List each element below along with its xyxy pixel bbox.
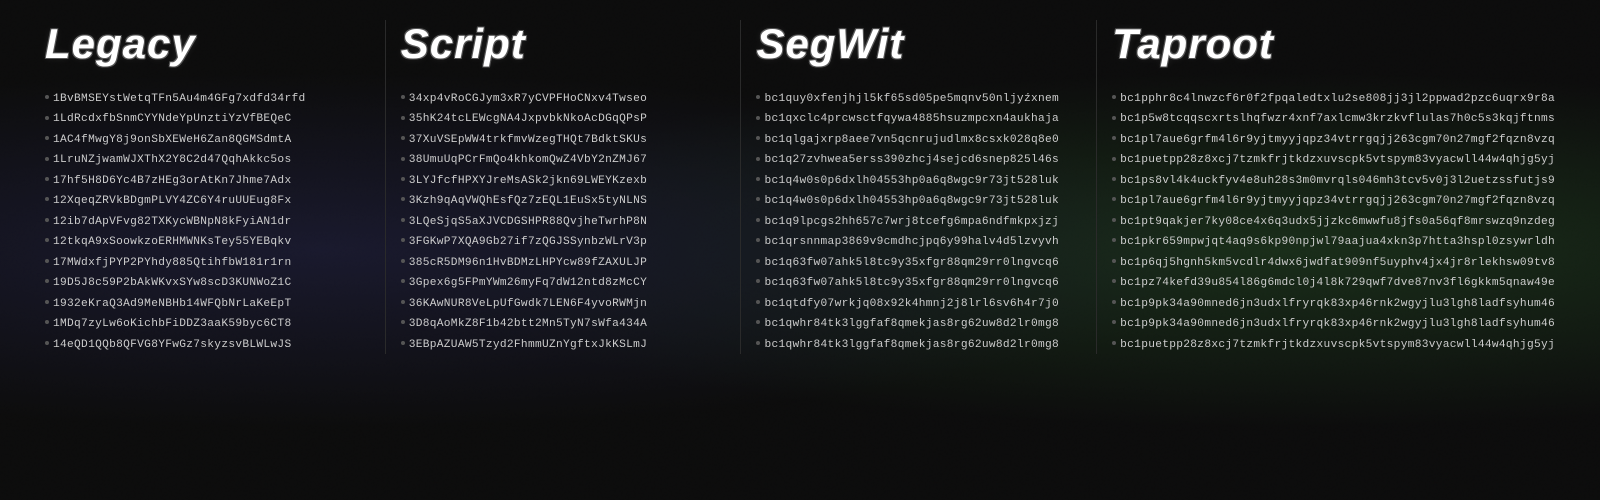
column-title-taproot: Taproot [1112, 20, 1555, 68]
column-legacy: Legacy 1BvBMSEYstWetqTFn5Au4m4GFg7xdfd34r… [30, 20, 386, 354]
address-item[interactable]: bc1p9pk34a90mned6jn3udxlfryrqk83xp46rnk2… [1112, 315, 1555, 333]
column-segwit: SegWit bc1quy0xfenjhjl5kf65sd05pe5mqnv50n… [741, 20, 1097, 354]
address-item[interactable]: 17MWdxfjPYP2PYhdy885QtihfbW181r1rn [45, 254, 370, 272]
address-item[interactable]: bc1q63fw07ahk5l8tc9y35xfgr88qm29rr0lngvc… [756, 254, 1081, 272]
address-item[interactable]: bc1qrsnnmap3869v9cmdhcjpq6y99halv4d5lzvy… [756, 233, 1081, 251]
column-title-legacy: Legacy [45, 20, 370, 68]
address-item[interactable]: bc1puetpp28z8xcj7tzmkfrjtkdzxuvscpk5vtsp… [1112, 151, 1555, 169]
address-item[interactable]: bc1q4w0s0p6dxlh04553hp0a6q8wgc9r73jt528l… [756, 192, 1081, 210]
address-item[interactable]: 17hf5H8D6Yc4B7zHEg3orAtKn7Jhme7Adx [45, 172, 370, 190]
address-item[interactable]: bc1p5w8tcqqscxrtslhqfwzr4xnf7axlcmw3krzk… [1112, 110, 1555, 128]
address-item[interactable]: bc1q63fw07ahk5l8tc9y35xfgr88qm29rr0lngvc… [756, 274, 1081, 292]
address-item[interactable]: bc1p6qj5hgnh5km5vcdlr4dwx6jwdfat909nf5uy… [1112, 254, 1555, 272]
address-item[interactable]: bc1qwhr84tk3lggfaf8qmekjas8rg62uw8d2lr0m… [756, 336, 1081, 354]
address-item[interactable]: bc1puetpp28z8xcj7tzmkfrjtkdzxuvscpk5vtsp… [1112, 336, 1555, 354]
address-item[interactable]: bc1q4w0s0p6dxlh04553hp0a6q8wgc9r73jt528l… [756, 172, 1081, 190]
column-taproot: Taproot bc1pphr8c4lnwzcf6r0f2fpqaledtxlu2… [1097, 20, 1570, 354]
address-item[interactable]: 34xp4vRoCGJym3xR7yCVPFHoCNxv4Twseo [401, 90, 726, 108]
address-item[interactable]: bc1pkr659mpwjqt4aq9s6kp90npjwl79aajua4xk… [1112, 233, 1555, 251]
address-item[interactable]: 3Kzh9qAqVWQhEsfQz7zEQL1EuSx5tyNLNS [401, 192, 726, 210]
address-list-segwit: bc1quy0xfenjhjl5kf65sd05pe5mqnv50nljyźxn… [756, 90, 1081, 354]
address-item[interactable]: bc1quy0xfenjhjl5kf65sd05pe5mqnv50nljyźxn… [756, 90, 1081, 108]
address-list-script: 34xp4vRoCGJym3xR7yCVPFHoCNxv4Twseo 35hK24… [401, 90, 726, 354]
address-item[interactable]: bc1ps8vl4k4uckfyv4e8uh28s3m0mvrqls046mh3… [1112, 172, 1555, 190]
column-title-script: Script [401, 20, 726, 68]
address-item[interactable]: 3LYJfcfHPXYJreMsASk2jkn69LWEYKzexb [401, 172, 726, 190]
address-item[interactable]: 19D5J8c59P2bAkWKvxSYw8scD3KUNWoZ1C [45, 274, 370, 292]
column-script: Script 34xp4vRoCGJym3xR7yCVPFHoCNxv4Twseo… [386, 20, 742, 354]
address-item[interactable]: bc1p9pk34a90mned6jn3udxlfryrqk83xp46rnk2… [1112, 295, 1555, 313]
address-item[interactable]: bc1pz74kefd39u854l86g6mdcl0j4l8k729qwf7d… [1112, 274, 1555, 292]
address-item[interactable]: 3EBpAZUAW5Tzyd2FhmmUZnYgftxJkKSLmJ [401, 336, 726, 354]
address-item[interactable]: bc1pl7aue6grfm4l6r9yjtmyyjqpz34vtrrgqjj2… [1112, 192, 1555, 210]
address-item[interactable]: bc1qlgajxrp8aee7vn5qcnrujudlmx8csxk028q8… [756, 131, 1081, 149]
address-item[interactable]: bc1pphr8c4lnwzcf6r0f2fpqaledtxlu2se808jj… [1112, 90, 1555, 108]
address-item[interactable]: 3Gpex6g5FPmYWm26myFq7dW12ntd8zMcCY [401, 274, 726, 292]
address-list-legacy: 1BvBMSEYstWetqTFn5Au4m4GFg7xdfd34rfd 1LdR… [45, 90, 370, 354]
address-item[interactable]: 12XqeqZRVkBDgmPLVY4ZC6Y4ruUUEug8Fx [45, 192, 370, 210]
address-item[interactable]: 12tkqA9xSoowkzoERHMWNKsTey55YEBqkv [45, 233, 370, 251]
address-item[interactable]: 3D8qAoMkZ8F1b42btt2Mn5TyN7sWfa434A [401, 315, 726, 333]
main-container: Legacy 1BvBMSEYstWetqTFn5Au4m4GFg7xdfd34r… [0, 0, 1600, 374]
address-item[interactable]: 1LruNZjwamWJXThX2Y8C2d47QqhAkkc5os [45, 151, 370, 169]
address-item[interactable]: bc1qwhr84tk3lggfaf8qmekjas8rg62uw8d2lr0m… [756, 315, 1081, 333]
address-item[interactable]: 37XuVSEpWW4trkfmvWzegTHQt7BdktSKUs [401, 131, 726, 149]
address-list-taproot: bc1pphr8c4lnwzcf6r0f2fpqaledtxlu2se808jj… [1112, 90, 1555, 354]
address-item[interactable]: 36KAwNUR8VeLpUfGwdk7LEN6F4yvoRWMjn [401, 295, 726, 313]
address-item[interactable]: bc1qtdfy07wrkjq08x92k4hmnj2j8lrl6sv6h4r7… [756, 295, 1081, 313]
address-item[interactable]: bc1qxclc4prcwsctfqywa4885hsuzmpcxn4aukha… [756, 110, 1081, 128]
address-item[interactable]: bc1pl7aue6grfm4l6r9yjtmyyjqpz34vtrrgqjj2… [1112, 131, 1555, 149]
column-title-segwit: SegWit [756, 20, 1081, 68]
address-item[interactable]: 385cR5DM96n1HvBDMzLHPYcw89fZAXULJP [401, 254, 726, 272]
address-item[interactable]: 12ib7dApVFvg82TXKycWBNpN8kFyiAN1dr [45, 213, 370, 231]
address-item[interactable]: bc1q27zvhwea5erss390zhcj4sejcd6snep825l4… [756, 151, 1081, 169]
address-item[interactable]: 3LQeSjqS5aXJVCDGSHPR88QvjheTwrhP8N [401, 213, 726, 231]
address-item[interactable]: 1932eKraQ3Ad9MeNBHb14WFQbNrLaKeEpT [45, 295, 370, 313]
address-item[interactable]: 1BvBMSEYstWetqTFn5Au4m4GFg7xdfd34rfd [45, 90, 370, 108]
address-item[interactable]: 1AC4fMwgY8j9onSbXEWeH6Zan8QGMSdmtA [45, 131, 370, 149]
address-item[interactable]: 14eQD1QQb8QFVG8YFwGz7skyzsvBLWLwJS [45, 336, 370, 354]
address-item[interactable]: bc1q9lpcgs2hh657c7wrj8tcefg6mpa6ndfmkpxj… [756, 213, 1081, 231]
address-item[interactable]: 38UmuUqPCrFmQo4khkomQwZ4VbY2nZMJ67 [401, 151, 726, 169]
address-item[interactable]: 3FGKwP7XQA9Gb27if7zQGJSSynbzWLrV3p [401, 233, 726, 251]
address-item[interactable]: bc1pt9qakjer7ky08ce4x6q3udx5jjzkc6mwwfu8… [1112, 213, 1555, 231]
address-item[interactable]: 1MDq7zyLw6oKichbFiDDZ3aaK59byc6CT8 [45, 315, 370, 333]
address-item[interactable]: 1LdRcdxfbSnmCYYNdeYpUnztiYzVfBEQeC [45, 110, 370, 128]
address-item[interactable]: 35hK24tcLEWcgNA4JxpvbkNkoAcDGqQPsP [401, 110, 726, 128]
